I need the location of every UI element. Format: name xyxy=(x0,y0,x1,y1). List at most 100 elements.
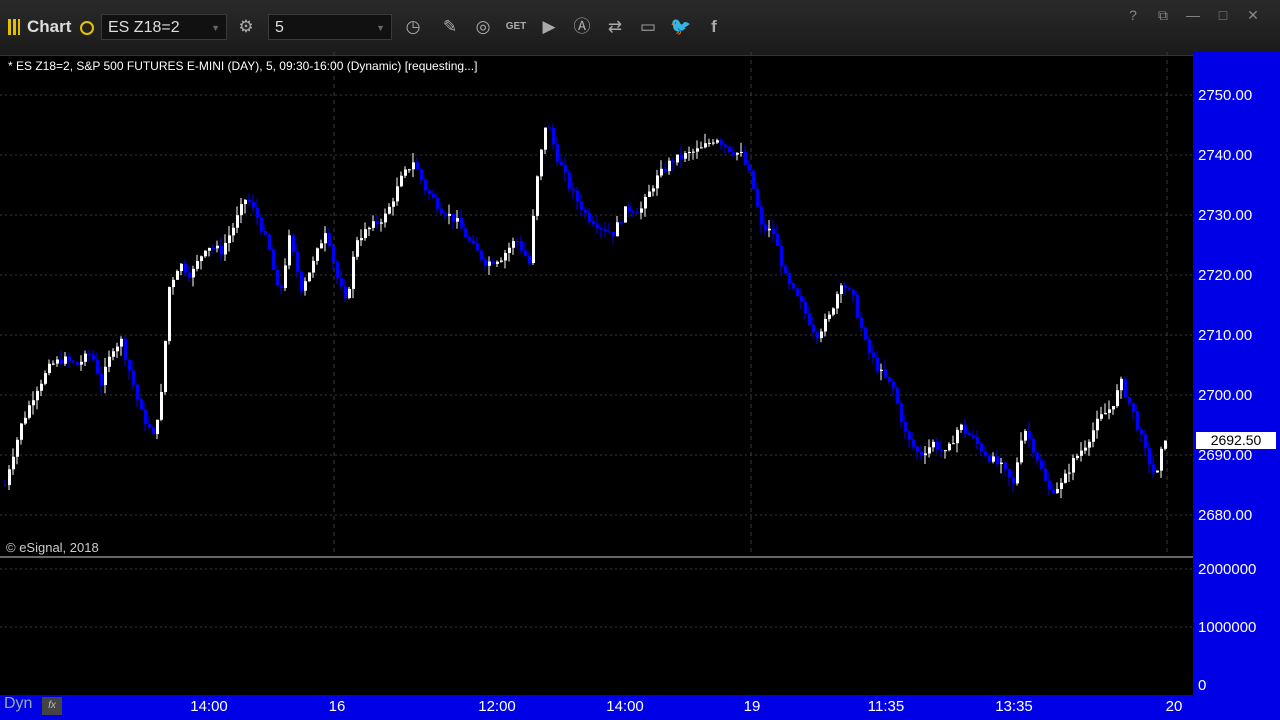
candle-body xyxy=(1012,477,1015,484)
candle-body xyxy=(272,249,275,270)
candle-body xyxy=(308,272,311,282)
candle-body xyxy=(992,456,995,462)
candle-body xyxy=(772,228,775,234)
candle-body xyxy=(756,188,759,207)
formula-icon[interactable]: fx xyxy=(42,697,62,715)
last-price-tag: 2692.50 xyxy=(1196,432,1276,449)
candle-body xyxy=(336,261,339,279)
candle-body xyxy=(228,235,231,244)
price-chart[interactable] xyxy=(0,0,1280,720)
candle-body xyxy=(620,222,623,224)
candle-body xyxy=(1000,462,1003,465)
candle-body xyxy=(384,213,387,223)
time-axis-label: 12:00 xyxy=(478,698,516,715)
candle-body xyxy=(188,272,191,278)
candle-body xyxy=(848,288,851,290)
candle-body xyxy=(552,127,555,145)
candle-body xyxy=(92,354,95,360)
candle-body xyxy=(764,224,767,231)
candle-body xyxy=(404,169,407,176)
candle-body xyxy=(600,228,603,230)
candle-body xyxy=(512,241,515,248)
candle-body xyxy=(856,294,859,318)
price-axis-label: 2680.00 xyxy=(1198,507,1253,524)
candle-body xyxy=(484,259,487,266)
candle-body xyxy=(252,202,255,208)
candle-body xyxy=(28,405,31,418)
candle-body xyxy=(1120,378,1123,391)
candle-body xyxy=(260,217,263,232)
candle-body xyxy=(604,229,607,232)
candle-body xyxy=(748,164,751,171)
candle-body xyxy=(760,206,763,225)
volume-axis-label: 0 xyxy=(1198,677,1207,694)
candle-body xyxy=(664,168,667,172)
candle-body xyxy=(400,175,403,187)
candle-body xyxy=(88,353,91,355)
candle-body xyxy=(84,353,87,362)
candle-body xyxy=(372,221,375,228)
candle-body xyxy=(1088,441,1091,448)
candle-body xyxy=(564,165,567,173)
candle-body xyxy=(776,233,779,246)
candle-body xyxy=(12,456,15,470)
candle-body xyxy=(980,443,983,452)
candle-body xyxy=(320,243,323,249)
candle-body xyxy=(316,248,319,261)
candle-body xyxy=(304,281,307,291)
candle-body xyxy=(164,341,167,393)
candle-body xyxy=(444,213,447,216)
candle-body xyxy=(248,199,251,203)
candle-body xyxy=(936,441,939,450)
candle-body xyxy=(1092,430,1095,442)
candle-body xyxy=(224,243,227,255)
candle-body xyxy=(812,324,815,333)
candle-body xyxy=(36,390,39,401)
candle-body xyxy=(1084,447,1087,451)
candle-body xyxy=(948,443,951,451)
candle-body xyxy=(736,152,739,155)
candle-body xyxy=(1140,429,1143,435)
candle-body xyxy=(172,279,175,288)
candle-body xyxy=(464,228,467,238)
candle-body xyxy=(728,146,731,152)
candle-body xyxy=(396,186,399,202)
candle-body xyxy=(152,427,155,435)
candle-body xyxy=(156,419,159,435)
candle-body xyxy=(1108,409,1111,413)
candle-body xyxy=(332,245,335,262)
candle-body xyxy=(964,424,967,433)
candle-body xyxy=(44,373,47,384)
candle-body xyxy=(860,317,863,328)
candle-body xyxy=(16,439,19,457)
time-axis-label: 20 xyxy=(1165,698,1183,715)
candle-body xyxy=(716,140,719,143)
dynamic-toggle[interactable]: Dyn xyxy=(0,695,32,717)
candle-body xyxy=(624,206,627,223)
candle-body xyxy=(956,429,959,444)
price-axis-label: 2700.00 xyxy=(1198,387,1253,404)
candle-body xyxy=(1048,480,1051,490)
candle-body xyxy=(500,260,503,262)
candle-body xyxy=(416,162,419,170)
candle-body xyxy=(456,218,459,222)
candle-body xyxy=(420,169,423,180)
candle-body xyxy=(1156,470,1159,473)
candle-body xyxy=(696,148,699,152)
candle-body xyxy=(296,252,299,272)
candle-body xyxy=(64,356,67,364)
candle-body xyxy=(796,288,799,296)
candle-body xyxy=(1152,464,1155,473)
candle-body xyxy=(160,392,163,420)
candle-body xyxy=(476,243,479,251)
candle-body xyxy=(1072,458,1075,473)
candle-body xyxy=(132,370,135,385)
candle-body xyxy=(532,215,535,264)
candle-body xyxy=(1036,452,1039,461)
candle-body xyxy=(176,271,179,280)
candle-body xyxy=(688,151,691,154)
price-axis-label: 2690.00 xyxy=(1198,447,1253,464)
candle-body xyxy=(864,327,867,340)
candle-body xyxy=(884,369,887,378)
time-axis[interactable]: 14:00 16 12:00 14:00 19 11:35 13:35 20 xyxy=(0,695,1280,720)
